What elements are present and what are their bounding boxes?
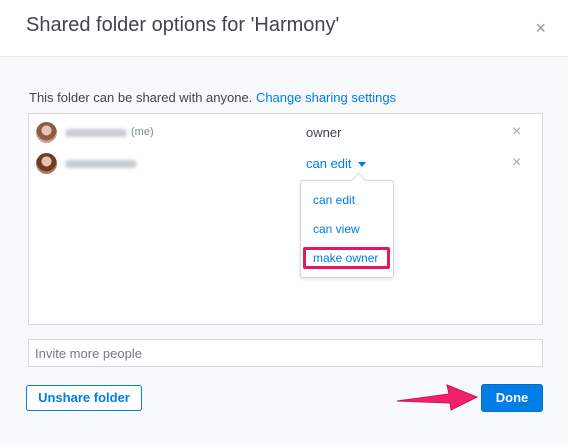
me-tag: (me) bbox=[131, 126, 154, 138]
menu-item-can-view[interactable]: can view bbox=[313, 222, 360, 236]
dialog-body: This folder can be shared with anyone. C… bbox=[0, 57, 568, 445]
dialog-title: Shared folder options for 'Harmony' bbox=[26, 14, 340, 36]
menu-item-can-edit[interactable]: can edit bbox=[313, 193, 355, 207]
member-row: can edit × bbox=[29, 151, 542, 179]
member-row: (me) owner × bbox=[29, 120, 542, 148]
avatar bbox=[36, 122, 57, 143]
invite-input[interactable] bbox=[28, 339, 543, 367]
member-list: (me) owner × can edit × can edit can vie… bbox=[28, 113, 543, 325]
unshare-folder-button[interactable]: Unshare folder bbox=[26, 385, 142, 411]
close-icon[interactable]: × bbox=[535, 18, 546, 39]
remove-member-icon[interactable]: × bbox=[512, 123, 521, 141]
member-name-blurred bbox=[65, 160, 137, 168]
arrow-icon bbox=[396, 384, 479, 411]
sharing-info-text: This folder can be shared with anyone. bbox=[29, 90, 253, 105]
member-role: can edit bbox=[306, 156, 352, 171]
role-dropdown-menu: can edit can view make owner bbox=[300, 172, 394, 278]
role-dropdown-trigger[interactable]: can edit bbox=[306, 156, 366, 171]
remove-member-icon[interactable]: × bbox=[512, 154, 521, 172]
avatar bbox=[36, 153, 57, 174]
dialog-header: Shared folder options for 'Harmony' × bbox=[0, 0, 568, 57]
change-sharing-settings-link[interactable]: Change sharing settings bbox=[256, 90, 396, 105]
done-button[interactable]: Done bbox=[481, 384, 543, 412]
member-role: owner bbox=[306, 125, 342, 140]
menu-item-make-owner[interactable]: make owner bbox=[313, 251, 378, 265]
sharing-info: This folder can be shared with anyone. C… bbox=[29, 90, 396, 105]
member-name-blurred bbox=[65, 129, 127, 137]
chevron-down-icon bbox=[357, 162, 366, 168]
